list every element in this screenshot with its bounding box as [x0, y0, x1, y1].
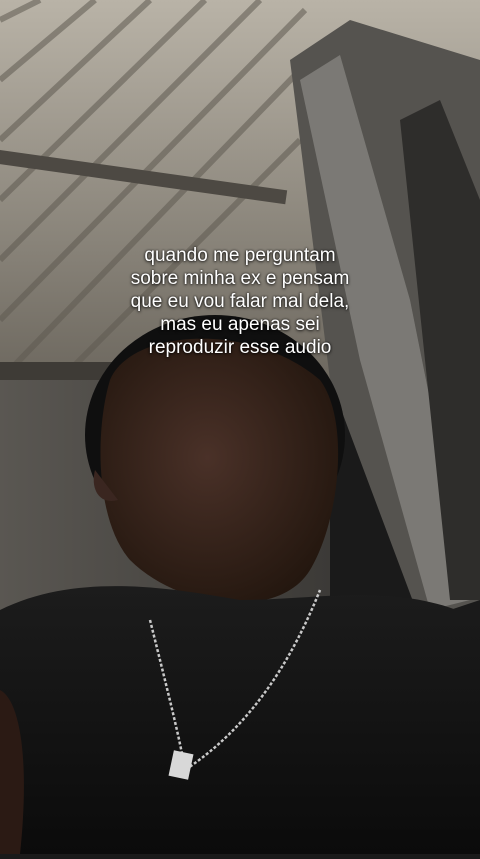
- video-caption: quando me perguntam sobre minha ex e pen…: [0, 244, 480, 359]
- caption-line: quando me perguntam: [144, 245, 336, 266]
- caption-line: que eu vou falar mal dela,: [130, 291, 350, 312]
- caption-line: reproduzir esse audio: [148, 337, 332, 358]
- photo-scene: [0, 0, 480, 854]
- caption-line: mas eu apenas sei: [160, 314, 320, 335]
- scene-illustration: [0, 0, 480, 854]
- caption-line: sobre minha ex e pensam: [130, 268, 350, 289]
